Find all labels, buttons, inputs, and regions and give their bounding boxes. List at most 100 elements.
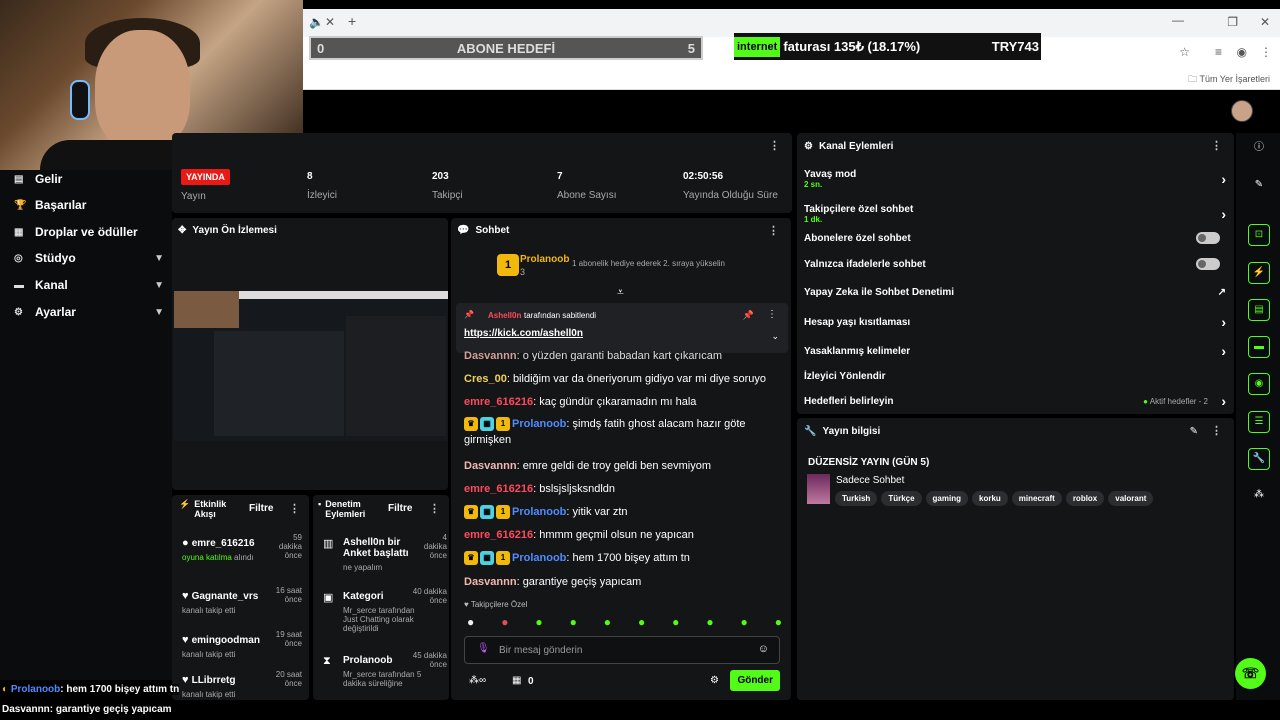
gift-icon[interactable]: ▦ <box>512 675 521 686</box>
chat-username[interactable]: Prolanoob <box>512 552 566 564</box>
tag-chip[interactable]: korku <box>972 491 1008 506</box>
more-icon[interactable]: ⋮ <box>1211 424 1222 437</box>
restore-icon[interactable]: ❐ <box>1227 15 1238 29</box>
chat-username[interactable]: emre_616216 <box>464 529 533 541</box>
emote-icon[interactable]: ● <box>570 615 577 629</box>
tag-chip[interactable]: roblox <box>1065 491 1105 506</box>
close-tab-icon[interactable]: ✕ <box>325 15 335 29</box>
minimize-icon[interactable]: — <box>1172 13 1184 27</box>
action-row[interactable]: İzleyici Yönlendir <box>804 371 1226 382</box>
category-name[interactable]: Sadece Sohbet <box>836 475 904 486</box>
chat-icon[interactable]: ▬ <box>1248 336 1270 358</box>
action-row[interactable]: Yavaş mod 2 sn. › <box>804 169 1226 189</box>
wrench-icon[interactable]: 🔧 <box>1248 448 1270 470</box>
emote-icon[interactable]: ● <box>706 615 713 629</box>
tag-chip[interactable]: gaming <box>925 491 968 506</box>
action-row[interactable]: Yasaklanmış kelimeler › <box>804 343 1226 359</box>
user-badges: ♛ ▦ 1 <box>464 504 512 520</box>
more-icon[interactable]: ⋮ <box>767 309 777 320</box>
unpin-icon[interactable]: 📌 <box>743 310 754 321</box>
tag-chip[interactable]: Turkish <box>835 491 878 506</box>
notes-icon[interactable]: ▤ <box>1248 299 1270 321</box>
menu-icon[interactable]: ⋮ <box>1260 45 1272 59</box>
more-icon[interactable]: ⋮ <box>769 139 780 152</box>
chat-username[interactable]: emre_616216 <box>464 396 533 408</box>
tag-chip[interactable]: valorant <box>1108 491 1154 506</box>
feed-name: emre_616216 <box>191 538 255 549</box>
support-button[interactable]: ☏ <box>1235 658 1266 689</box>
filter-button[interactable]: Filtre <box>249 503 273 514</box>
all-bookmarks-link[interactable]: 🗀 Tüm Yer İşaretleri <box>1188 72 1270 88</box>
user-badges: ♛ ▦ 1 <box>464 416 512 432</box>
emote-icon[interactable]: ● <box>741 615 748 629</box>
stat-label: İzleyici <box>307 190 338 201</box>
category-thumbnail[interactable] <box>807 474 830 504</box>
toggle-switch[interactable] <box>1196 232 1220 244</box>
points-icon[interactable]: ⁂∞ <box>469 675 486 686</box>
more-icon[interactable]: ⋮ <box>429 502 440 515</box>
preview-video[interactable] <box>174 291 448 441</box>
chat-username[interactable]: Dasvannn <box>464 460 517 472</box>
more-icon[interactable]: ⋮ <box>1211 139 1222 152</box>
sidebar-item-drops[interactable]: ▦ Droplar ve ödüller <box>14 225 164 239</box>
action-row[interactable]: Yapay Zeka ile Sohbet Denetimi ↗ <box>804 287 1226 298</box>
emote-icon[interactable]: ● <box>501 615 508 629</box>
chat-username[interactable]: Prolanoob <box>512 506 566 518</box>
broadcast-icon[interactable]: ◉ <box>1248 373 1270 395</box>
more-icon[interactable]: ⋮ <box>768 224 779 237</box>
chat-username[interactable]: emre_616216 <box>464 483 533 495</box>
actions-icon: ⚙ <box>804 141 813 152</box>
sidebar-item-settings[interactable]: ⚙ Ayarlar ▼ <box>14 305 164 319</box>
info-icon[interactable]: ⓘ <box>1248 138 1270 160</box>
right-rail: ⓘ ✎ ⊡ ⚡ ▤ ▬ ◉ ☰ 🔧 ⁂ <box>1236 133 1280 700</box>
emoji-icon[interactable]: ☺ <box>758 643 769 655</box>
sidebar-item-revenue[interactable]: ▤ Gelir <box>14 172 164 186</box>
filter-button[interactable]: Filtre <box>388 503 412 514</box>
emote-icon[interactable]: ● <box>672 615 679 629</box>
action-row[interactable]: Yalnızca ifadelerle sohbet <box>804 258 1226 270</box>
action-row[interactable]: Abonelere özel sohbet <box>804 232 1226 244</box>
chevron-down-icon[interactable]: ⌄ <box>771 331 779 342</box>
new-tab-icon[interactable]: + <box>348 13 356 29</box>
mute-icon[interactable]: 🔈 <box>309 15 324 29</box>
close-window-icon[interactable]: ✕ <box>1260 15 1270 29</box>
emote-icon[interactable]: ● <box>604 615 611 629</box>
apps-icon[interactable]: ⁂ <box>1248 485 1270 507</box>
chat-username[interactable]: Cres_00 <box>464 373 507 385</box>
sidebar-item-achievements[interactable]: 🏆 Başarılar <box>14 198 164 212</box>
tag-chip[interactable]: Türkçe <box>881 491 922 506</box>
emote-icon[interactable]: ● <box>638 615 645 629</box>
sidebar-item-studio[interactable]: ◎ Stüdyo ▼ <box>14 251 164 265</box>
sidebar-item-channel[interactable]: ▬ Kanal ▼ <box>14 278 164 292</box>
sub-badge-icon: ▦ <box>480 417 494 432</box>
action-row[interactable]: Takipçilere özel sohbet 1 dk. › <box>804 204 1226 224</box>
mic-icon[interactable]: 🎙 <box>477 643 490 654</box>
chat-username[interactable]: Dasvannn <box>464 350 517 361</box>
media-icon[interactable]: ≡ <box>1215 45 1222 59</box>
emote-icon[interactable]: ● <box>775 615 782 629</box>
goal-title: ABONE HEDEFİ <box>456 40 556 56</box>
chat-input[interactable]: 🎙 Bir mesaj gönderin ☺ <box>464 636 780 664</box>
toggle-switch[interactable] <box>1196 258 1220 270</box>
panel-title: Sohbet <box>475 225 510 236</box>
tag-chip[interactable]: minecraft <box>1011 491 1062 506</box>
edit-icon[interactable]: ✎ <box>1190 426 1198 437</box>
list-icon[interactable]: ☰ <box>1248 411 1270 433</box>
action-row[interactable]: Hesap yaşı kısıtlaması › <box>804 314 1226 330</box>
profile-icon[interactable]: ◉ <box>1237 45 1247 59</box>
bookmark-star-icon[interactable]: ☆ <box>1179 45 1190 59</box>
send-button[interactable]: Gönder <box>730 670 780 691</box>
more-icon[interactable]: ⋮ <box>289 502 300 515</box>
collapse-icon[interactable]: ⩡ <box>617 285 624 300</box>
pinned-link[interactable]: https://kick.com/ashell0n <box>464 328 583 339</box>
edit-icon[interactable]: ✎ <box>1248 175 1270 197</box>
chat-username[interactable]: Prolanoob <box>512 418 566 430</box>
user-avatar[interactable] <box>1231 100 1253 122</box>
bolt-icon[interactable]: ⚡ <box>1248 262 1270 284</box>
chat-settings-icon[interactable]: ⚙ <box>710 675 719 686</box>
emote-icon[interactable]: ● <box>535 615 542 629</box>
emote-icon[interactable]: ● <box>467 615 474 629</box>
action-row[interactable]: Hedefleri belirleyin › ● Aktif hedefler - … <box>804 393 1226 409</box>
focus-icon[interactable]: ⊡ <box>1248 224 1270 246</box>
chat-username[interactable]: Dasvannn <box>464 576 517 588</box>
